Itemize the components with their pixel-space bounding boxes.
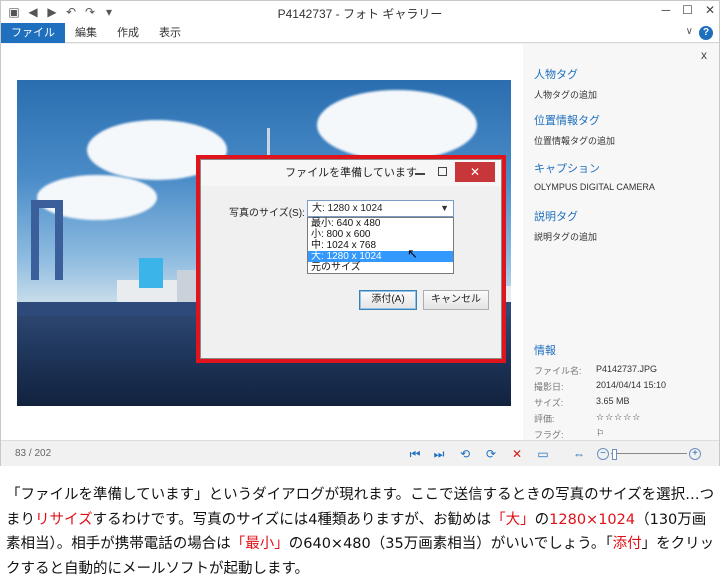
description-tag-title: 説明タグ: [534, 211, 578, 223]
help-icon[interactable]: ?: [699, 26, 713, 40]
info-key: 撮影日:: [534, 382, 564, 392]
caption-title: キャプション: [534, 163, 600, 175]
info-title: 情報: [534, 345, 556, 357]
close-pane-icon[interactable]: x: [701, 48, 707, 62]
photo-counter: 83 / 202: [15, 448, 52, 459]
article-caption: 「ファイルを準備しています」というダイアログが現れます。ここで送信するときの写真…: [6, 483, 716, 581]
info-row-size: サイズ: 3.65 MB: [534, 396, 704, 409]
dialog-maximize-icon[interactable]: [438, 167, 447, 176]
dialog-minimize-icon[interactable]: [415, 173, 425, 175]
size-option-original[interactable]: 元のサイズ: [308, 262, 453, 273]
close-window-button[interactable]: ✕: [705, 3, 715, 17]
add-geo-tag-link[interactable]: 位置情報タグの追加: [534, 134, 615, 147]
photo-size-label: 写真のサイズ(S):: [229, 208, 305, 219]
add-description-tag-link[interactable]: 説明タグの追加: [534, 230, 597, 243]
cancel-button[interactable]: キャンセル: [423, 290, 489, 310]
people-tag-title: 人物タグ: [534, 69, 578, 81]
mouse-cursor-icon: ↖: [407, 246, 418, 261]
photo-size-selected: 大: 1280 x 1024: [312, 203, 383, 214]
photo-size-options: 最小: 640 x 480 小: 800 x 600 中: 1024 x 768…: [307, 217, 454, 274]
size-option-medium[interactable]: 中: 1024 x 768: [308, 240, 453, 251]
info-value: P4142737.JPG: [596, 364, 658, 374]
size-option-smallest[interactable]: 最小: 640 x 480: [308, 218, 453, 229]
previous-icon[interactable]: ⏮: [407, 446, 423, 462]
info-pane: x 人物タグ 人物タグの追加 位置情報タグ 位置情報タグの追加 キャプション O…: [523, 44, 719, 440]
attach-button[interactable]: 添付(A): [359, 290, 417, 310]
menu-file[interactable]: ファイル: [1, 23, 65, 43]
caption-value[interactable]: OLYMPUS DIGITAL CAMERA: [534, 182, 655, 192]
info-value: 2014/04/14 15:10: [596, 380, 667, 390]
chevron-down-icon: ▼: [440, 203, 449, 213]
geo-tag-section: 位置情報タグ 位置情報タグの追加: [534, 112, 615, 147]
caption-highlight: 添付: [612, 536, 642, 552]
window-title: P4142737 - フォト ギャラリー: [277, 7, 443, 21]
size-option-small[interactable]: 小: 800 x 600: [308, 229, 453, 240]
info-key: サイズ:: [534, 398, 564, 408]
size-option-large[interactable]: 大: 1280 x 1024: [308, 251, 453, 262]
dialog-highlight-frame: ファイルを準備しています ✕ 写真のサイズ(S): 大: 1280 x 1024…: [196, 155, 506, 363]
caption-text: するわけです。写真のサイズには4種類ありますが、お勧めは: [92, 511, 492, 528]
maximize-button[interactable]: ☐: [682, 3, 693, 17]
next-icon[interactable]: ⏭: [431, 446, 447, 462]
photo-viewer: ファイルを準備しています ✕ 写真のサイズ(S): 大: 1280 x 1024…: [1, 44, 523, 440]
prepare-file-dialog: ファイルを準備しています ✕ 写真のサイズ(S): 大: 1280 x 1024…: [200, 159, 502, 359]
info-key: ファイル名:: [534, 366, 582, 376]
zoom-in-icon[interactable]: +: [689, 448, 701, 460]
photo-gallery-window: ▣ ◀ ▶ ↶ ↷ ▾ P4142737 - フォト ギャラリー ─ ☐ ✕ フ…: [0, 0, 720, 466]
info-key: 評価:: [534, 414, 555, 424]
caption-highlight: リサイズ: [35, 511, 93, 528]
info-row-rating: 評価: ☆☆☆☆☆: [534, 412, 704, 425]
menu-create[interactable]: 作成: [107, 23, 149, 43]
collapse-ribbon-icon[interactable]: ∨: [686, 26, 693, 37]
description-tag-section: 説明タグ 説明タグの追加: [534, 208, 597, 243]
rotate-right-icon[interactable]: ⟳: [483, 446, 499, 462]
info-row-filename: ファイル名: P4142737.JPG: [534, 364, 704, 377]
dialog-close-button[interactable]: ✕: [455, 162, 495, 182]
people-tag-section: 人物タグ 人物タグの追加: [534, 66, 597, 101]
menu-edit[interactable]: 編集: [65, 23, 107, 43]
title-bar: ▣ ◀ ▶ ↶ ↷ ▾ P4142737 - フォト ギャラリー ─ ☐ ✕: [1, 1, 719, 23]
add-people-tag-link[interactable]: 人物タグの追加: [534, 88, 597, 101]
photo-size-select[interactable]: 大: 1280 x 1024 ▼: [307, 200, 454, 217]
zoom-thumb[interactable]: [612, 449, 618, 460]
caption-text: の: [534, 511, 550, 528]
menu-view[interactable]: 表示: [149, 23, 191, 43]
minimize-button[interactable]: ─: [662, 3, 671, 17]
zoom-track[interactable]: [611, 453, 687, 454]
caption-highlight: 「最小」: [230, 536, 289, 552]
rotate-left-icon[interactable]: ⟲: [457, 446, 473, 462]
info-row-date: 撮影日: 2014/04/14 15:10: [534, 380, 704, 393]
info-section: 情報 ファイル名: P4142737.JPG 撮影日: 2014/04/14 1…: [534, 342, 704, 444]
caption-highlight: 「大」: [491, 511, 535, 528]
caption-text: の640×480（35万画素相当）がいいでしょう。「: [288, 536, 613, 552]
rating-stars-icon[interactable]: ☆☆☆☆☆: [596, 412, 641, 425]
delete-icon[interactable]: ✕: [509, 446, 525, 462]
zoom-slider[interactable]: − +: [597, 448, 701, 460]
window-controls: ─ ☐ ✕: [662, 3, 715, 17]
status-bar: 83 / 202 ⏮ ⏭ ⟲ ⟳ ✕ ▭ ⇔ − +: [1, 440, 719, 466]
caption-section: キャプション OLYMPUS DIGITAL CAMERA: [534, 160, 655, 192]
slideshow-icon[interactable]: ▭: [535, 446, 551, 462]
fit-icon[interactable]: ⇔: [571, 446, 587, 462]
menu-bar: ファイル 編集 作成 表示 ∨ ?: [1, 23, 719, 43]
caption-highlight: 1280×1024: [549, 511, 636, 528]
info-value: 3.65 MB: [596, 396, 630, 406]
zoom-out-icon[interactable]: −: [597, 448, 609, 460]
geo-tag-title: 位置情報タグ: [534, 115, 600, 127]
